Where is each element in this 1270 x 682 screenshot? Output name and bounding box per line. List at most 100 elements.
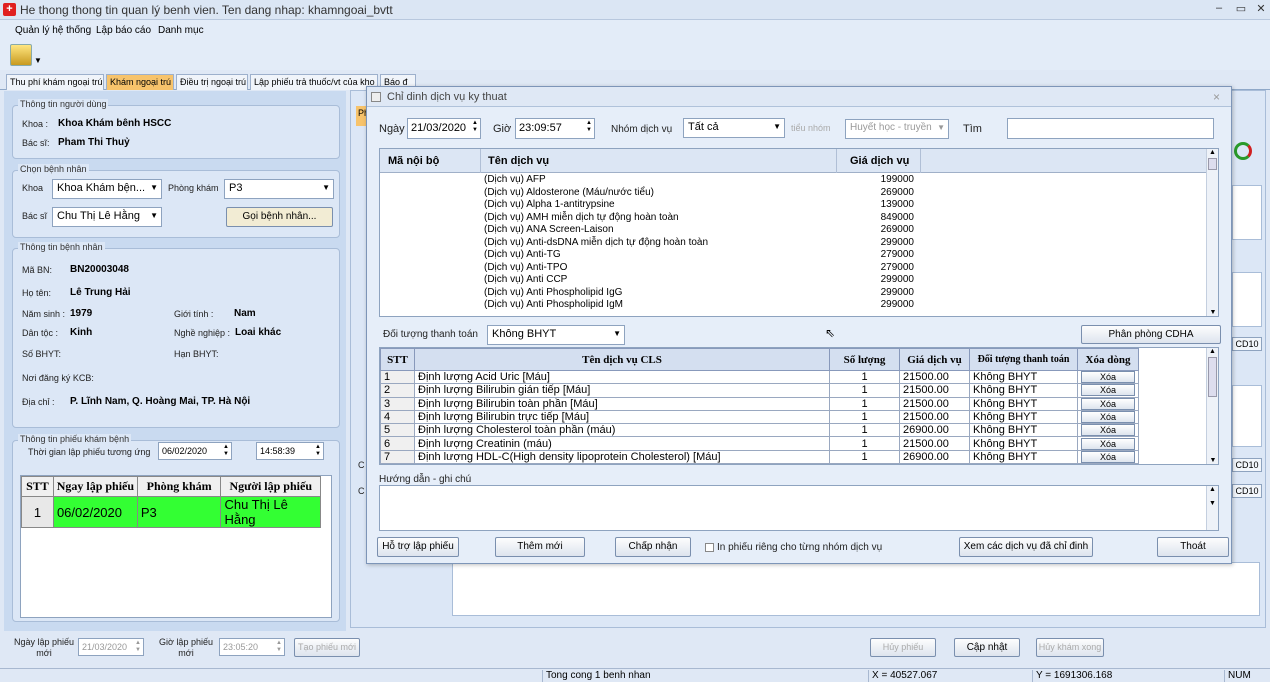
create-ticket-button[interactable]: Tạo phiếu mới — [294, 638, 360, 657]
user-bacsi-label: Bác sĩ: — [22, 138, 50, 148]
service-list-scrollbar[interactable]: ▲ ▼ — [1206, 149, 1218, 316]
menu-danh-muc[interactable]: Danh mục — [158, 25, 204, 36]
han-bhyt-label: Hạn BHYT: — [174, 349, 219, 359]
table-row[interactable]: 1 Định lượng Acid Uric [Máu] 1 21500.00 Khôn… — [380, 369, 1139, 385]
search-input[interactable] — [1007, 118, 1214, 139]
notes-textarea[interactable]: ▲ ▼ — [379, 485, 1219, 531]
scroll-thumb[interactable] — [1208, 158, 1217, 170]
maximize-button[interactable]: ▭ — [1230, 2, 1252, 16]
status-num: NUM — [1224, 670, 1251, 682]
tab-thu-phi[interactable]: Thu phí khám ngoại trú — [6, 74, 104, 90]
service-group-value: Tất cả — [688, 121, 719, 133]
cls-scrollbar[interactable]: ▲ ▼ — [1206, 348, 1218, 464]
list-item[interactable]: (Dịch vụ) Anti CCP 299000 — [380, 274, 1206, 287]
service-name: (Dịch vụ) Anti-TG — [484, 249, 561, 260]
update-button[interactable]: Cập nhật — [954, 638, 1020, 657]
list-item[interactable]: (Dịch vụ) AFP 199000 — [380, 174, 1206, 187]
dialog-close-icon[interactable]: × — [1213, 90, 1220, 104]
ticket-time-picker[interactable]: 14:58:39 ▲ ▼ — [256, 442, 324, 460]
delete-row-button[interactable]: Xóa — [1081, 437, 1135, 450]
ticket-date: 06/02/2020 — [162, 446, 208, 456]
table-row[interactable]: 3 Định lượng Bilirubin toàn phần [Máu] 1 21… — [380, 396, 1139, 411]
delete-row-button[interactable]: Xóa — [1081, 411, 1135, 424]
list-item[interactable]: (Dịch vụ) Anti Phospholipid IgG 299000 — [380, 287, 1206, 300]
service-list: Mã nội bộ Tên dịch vụ Giá dịch vụ (Dịch … — [379, 148, 1219, 317]
list-item[interactable]: (Dịch vụ) Anti Phospholipid IgM 299000 — [380, 299, 1206, 312]
cls-cell-so-luong: 1 — [829, 409, 900, 425]
icd-button-2[interactable]: CD10 — [1232, 458, 1262, 472]
list-item[interactable]: (Dịch vụ) Anti-dsDNA miễn dịch tự động h… — [380, 237, 1206, 250]
delete-row-button[interactable]: Xóa — [1081, 424, 1135, 437]
scroll-down-icon[interactable]: ▼ — [1207, 309, 1219, 316]
payer-select[interactable]: Không BHYT ▼ — [487, 325, 625, 345]
ho-ten: Lê Trung Hải — [70, 287, 131, 298]
menu-he-thong[interactable]: Quản lý hệ thống — [15, 25, 91, 36]
table-row[interactable]: 2 Định lượng Bilirubin gián tiếp [Máu] 1 21… — [380, 383, 1139, 398]
delete-row-button[interactable]: Xóa — [1081, 450, 1135, 463]
dlg-date-picker[interactable]: 21/03/2020 ▲ ▼ — [407, 118, 481, 139]
cls-cell-so-luong: 1 — [829, 423, 900, 438]
cancel-exam-button[interactable]: Hủy khám xong — [1036, 638, 1104, 657]
scroll-up-icon[interactable]: ▲ — [1207, 348, 1218, 355]
tab-dieu-tri[interactable]: Điều trị ngoại trú — [176, 74, 248, 90]
accept-button[interactable]: Chấp nhận — [615, 537, 691, 557]
new-time-picker[interactable]: 23:05:20 ▲ ▼ — [219, 638, 285, 656]
table-row[interactable]: 5 Định lượng Cholesterol toàn phần (máu) 1… — [380, 423, 1139, 438]
cls-cell-ten: Định lượng Cholesterol toàn phần (máu) — [414, 423, 830, 438]
add-new-button[interactable]: Thêm mới — [495, 537, 585, 557]
support-button[interactable]: Hỗ trợ lập phiếu — [377, 537, 459, 557]
bacsi-select[interactable]: Chu Thị Lê Hằng ▼ — [52, 207, 162, 227]
delete-row-button[interactable]: Xóa — [1081, 397, 1135, 410]
list-item[interactable]: (Dịch vụ) Anti-TG 279000 — [380, 249, 1206, 262]
search-label: Tìm — [963, 123, 982, 135]
delete-row-button[interactable]: Xóa — [1081, 371, 1135, 384]
scroll-up-icon[interactable]: ▲ — [1207, 149, 1218, 156]
call-patient-button[interactable]: Gọi bệnh nhân... — [226, 207, 333, 227]
right-textbox-3[interactable] — [1232, 385, 1262, 447]
delete-row-button[interactable]: Xóa — [1081, 384, 1135, 397]
print-separate-checkbox[interactable] — [705, 543, 714, 552]
tab-lap-phieu-tra[interactable]: Lập phiếu trả thuốc/vt của kho — [250, 74, 378, 90]
right-textbox-2[interactable] — [1232, 272, 1262, 327]
dlg-time-picker[interactable]: 23:09:57 ▲ ▼ — [515, 118, 595, 139]
cancel-ticket-button[interactable]: Hủy phiếu — [870, 638, 936, 657]
tools-icon[interactable] — [10, 44, 32, 66]
table-row[interactable]: 4 Định lượng Bilirubin trực tiếp [Máu] 1 21… — [380, 409, 1139, 425]
new-date-picker[interactable]: 21/03/2020 ▲ ▼ — [78, 638, 144, 656]
assign-cdha-button[interactable]: Phân phòng CDHA — [1081, 325, 1221, 344]
refresh-icon[interactable] — [1234, 142, 1252, 160]
table-row[interactable]: 6 Định lượng Creatinin (máu) 1 21500.00 Khôn… — [380, 436, 1139, 451]
icd-button-1[interactable]: CD10 — [1232, 337, 1262, 351]
service-group-select[interactable]: Tất cả ▼ — [683, 118, 785, 138]
right-large-textbox[interactable] — [452, 562, 1260, 616]
cls-cell-doi-tuong: Không BHYT — [969, 396, 1078, 411]
list-item[interactable]: (Dịch vụ) Anti-TPO 279000 — [380, 262, 1206, 275]
toolbar-dropdown-icon[interactable]: ▼ — [34, 56, 42, 65]
phong-kham-select[interactable]: P3 ▼ — [224, 179, 334, 199]
table-row[interactable]: 1 06/02/2020 P3 Chu Thị Lê Hằng — [21, 496, 321, 528]
subgroup-select[interactable]: Huyết học - truyền ▼ — [845, 119, 949, 139]
exit-button[interactable]: Thoát — [1157, 537, 1229, 557]
spin-arrows-icon: ▲ ▼ — [472, 120, 478, 133]
table-row[interactable]: 7 Định lượng HDL-C(High density lipoprote… — [380, 449, 1139, 465]
scroll-thumb[interactable] — [1208, 357, 1217, 397]
nam-sinh: 1979 — [70, 308, 93, 319]
minimize-button[interactable]: – — [1208, 2, 1230, 16]
list-item[interactable]: (Dịch vụ) Alpha 1-antitrypsine 139000 — [380, 199, 1206, 212]
scroll-down-icon[interactable]: ▼ — [1207, 457, 1219, 464]
view-ordered-button[interactable]: Xem các dịch vụ đã chỉ đinh — [959, 537, 1093, 557]
ticket-col-nguoi: Người lập phiếu — [220, 476, 321, 497]
col-ten-dich-vu: Tên dịch vụ — [488, 155, 550, 167]
so-bhyt-label: Số BHYT: — [22, 349, 62, 359]
menu-bao-cao[interactable]: Lập báo cáo — [96, 25, 151, 36]
close-button[interactable]: ✕ — [1250, 2, 1270, 16]
ticket-date-picker[interactable]: 06/02/2020 ▲ ▼ — [158, 442, 232, 460]
list-item[interactable]: (Dịch vụ) Aldosterone (Máu/nước tiểu) 269… — [380, 187, 1206, 200]
list-item[interactable]: (Dịch vụ) ANA Screen-Laison 269000 — [380, 224, 1206, 237]
right-textbox-1[interactable] — [1232, 185, 1262, 240]
notes-scrollbar[interactable]: ▲ ▼ — [1206, 486, 1218, 530]
list-item[interactable]: (Dịch vụ) AMH miễn dịch tự động hoàn toà… — [380, 212, 1206, 225]
icd-button-3[interactable]: CD10 — [1232, 484, 1262, 498]
khoa-select[interactable]: Khoa Khám bện... ▼ — [52, 179, 162, 199]
tab-kham-ngoai-tru[interactable]: Khám ngoại trú — [106, 74, 174, 90]
